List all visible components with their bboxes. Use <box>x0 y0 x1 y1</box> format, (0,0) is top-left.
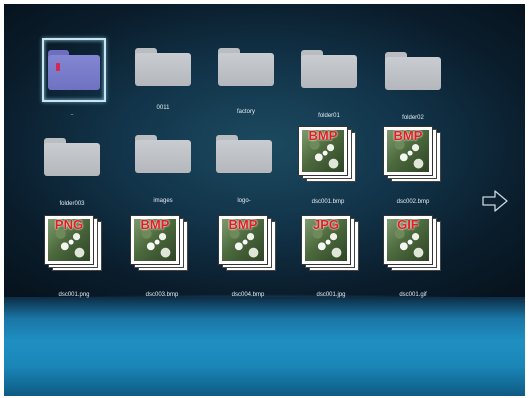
image-item[interactable]: BMP dsc004.bmp <box>216 213 300 303</box>
image-thumbnail-icon: BMP <box>216 213 278 273</box>
image-thumbnail-icon: BMP <box>296 124 358 184</box>
file-type-badge: BMP <box>393 128 423 143</box>
image-item[interactable]: JPG dsc001.jpg <box>299 213 383 303</box>
file-type-badge: BMP <box>308 128 338 143</box>
item-label: folder003 <box>59 201 85 207</box>
folder-up-icon <box>48 50 100 90</box>
file-type-badge: JPG <box>312 217 339 232</box>
file-type-badge: GIF <box>397 217 419 232</box>
item-label: folder02 <box>402 115 424 121</box>
folder-item[interactable]: images <box>135 135 219 225</box>
arrow-right-outline-icon[interactable] <box>482 190 508 217</box>
image-thumbnail-icon: JPG <box>299 213 361 273</box>
image-thumbnail-icon: GIF <box>381 213 443 273</box>
item-label: .. <box>70 111 74 117</box>
folder-item[interactable]: factory <box>218 48 302 138</box>
item-label: dsc001.gif <box>399 292 427 298</box>
folder-icon <box>301 50 357 88</box>
image-item[interactable]: BMP dsc003.bmp <box>128 213 212 303</box>
folder-icon <box>135 48 191 86</box>
folder-item-up[interactable]: .. <box>42 38 126 128</box>
folder-icon <box>44 138 100 176</box>
image-thumbnail-icon: BMP <box>381 124 443 184</box>
file-browser-screen: .. 0011 factory folder01 folder02 folder… <box>4 4 525 396</box>
image-item[interactable]: PNG dsc001.png <box>42 213 126 303</box>
image-item[interactable]: GIF dsc001.gif <box>381 213 465 303</box>
file-type-badge: BMP <box>228 217 258 232</box>
folder-icon <box>385 52 441 90</box>
folder-item[interactable]: 0011 <box>135 48 219 138</box>
floor-reflection <box>4 297 525 396</box>
image-thumbnail-icon: PNG <box>42 213 104 273</box>
folder-icon <box>135 135 191 173</box>
image-item[interactable]: BMP dsc002.bmp <box>381 124 465 214</box>
file-type-badge: PNG <box>54 217 84 232</box>
item-label: dsc002.bmp <box>396 199 430 205</box>
folder-icon <box>218 48 274 86</box>
file-type-badge: BMP <box>140 217 170 232</box>
image-thumbnail-icon: BMP <box>128 213 190 273</box>
folder-icon <box>216 135 272 173</box>
folder-item[interactable]: logo- <box>216 135 300 225</box>
